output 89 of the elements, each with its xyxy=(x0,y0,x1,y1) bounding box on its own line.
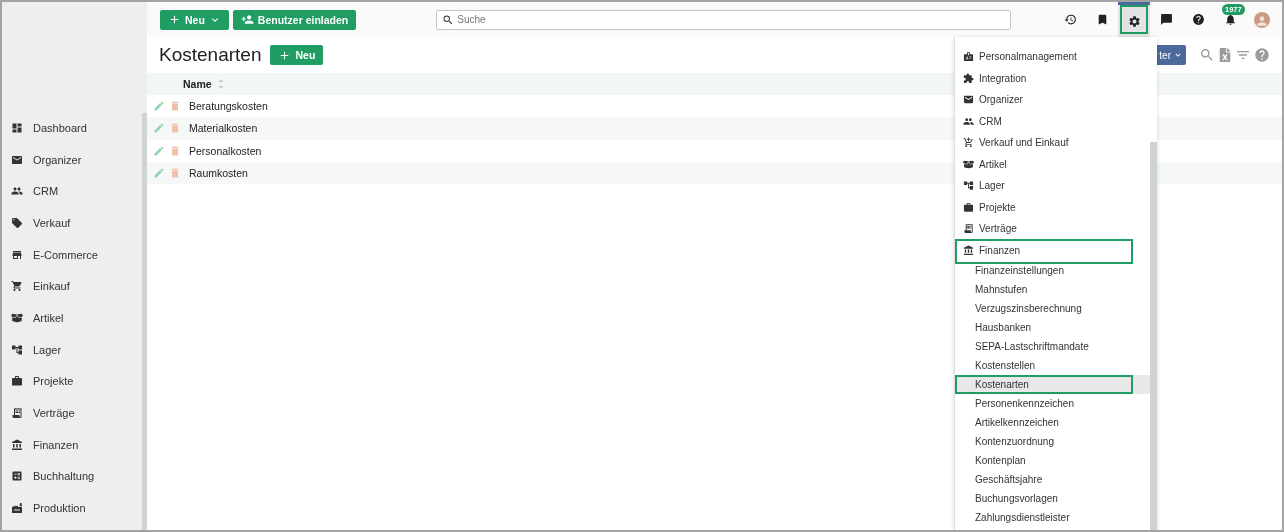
submenu-item[interactable]: Mahnstufen xyxy=(955,280,1151,299)
search-icon[interactable] xyxy=(1199,47,1215,63)
menu-item[interactable]: Artikel xyxy=(955,153,1151,175)
chat-icon xyxy=(1159,13,1173,26)
hierarchy-icon xyxy=(11,343,23,356)
sidebar-item[interactable]: Einkauf xyxy=(2,270,142,303)
trash-icon[interactable] xyxy=(169,167,181,180)
toolbar-button[interactable] xyxy=(1118,2,1150,37)
sidebar-item[interactable]: Verträge xyxy=(2,397,142,429)
pencil-icon[interactable] xyxy=(153,122,165,135)
tag-icon xyxy=(11,216,23,229)
plus-icon xyxy=(168,13,181,26)
settings-icon xyxy=(1127,14,1141,28)
submenu-item[interactable]: Zahlungsdienstleister xyxy=(955,508,1151,527)
people-icon xyxy=(11,185,23,198)
help-icon[interactable] xyxy=(1254,47,1270,63)
calculator-icon xyxy=(11,470,23,483)
submenu-item[interactable]: Personenkennzeichen xyxy=(955,394,1151,413)
page-title: Kostenarten xyxy=(159,44,262,66)
submenu-item[interactable]: Verzugszinsberechnung xyxy=(955,299,1151,318)
pencil-icon[interactable] xyxy=(153,167,165,180)
document-icon xyxy=(11,407,23,420)
menu-item[interactable]: Finanzen xyxy=(955,239,1151,261)
menu-item[interactable]: CRM xyxy=(955,110,1151,132)
sidebar-item[interactable]: Buchhaltung xyxy=(2,460,142,493)
submenu-item[interactable]: Buchungsvorlagen xyxy=(955,489,1151,508)
trash-icon[interactable] xyxy=(169,100,181,113)
store-icon xyxy=(11,248,23,261)
submenu-item[interactable]: Kostenstellen xyxy=(955,356,1151,375)
dashboard-icon xyxy=(11,121,23,134)
envelope-icon xyxy=(963,94,974,106)
sidebar-item[interactable]: Projekte xyxy=(2,365,142,398)
menu-item[interactable]: Verkauf und Einkauf xyxy=(955,132,1151,154)
bell-icon xyxy=(1223,13,1237,26)
briefcase-icon xyxy=(11,375,23,388)
table-cell: Beratungskosten xyxy=(189,100,268,113)
trash-icon[interactable] xyxy=(169,144,181,157)
briefcase-icon xyxy=(963,201,974,213)
sidebar-item[interactable]: Produktion xyxy=(2,492,142,524)
submenu-item[interactable]: Finanzeinstellungen xyxy=(955,261,1151,280)
cart-plus-icon xyxy=(963,137,974,149)
cart-icon xyxy=(11,280,23,293)
scrollbar[interactable] xyxy=(1150,142,1157,530)
person-add-icon xyxy=(240,13,254,26)
people-icon xyxy=(963,115,974,127)
bank-icon xyxy=(963,244,974,256)
sidebar-item[interactable]: Dashboard xyxy=(2,112,142,144)
id-badge-icon xyxy=(963,51,974,63)
avatar-icon xyxy=(1254,11,1270,28)
spreadsheet-export-icon[interactable] xyxy=(1218,48,1232,62)
bank-icon xyxy=(11,438,23,451)
menu-item[interactable]: Verträge xyxy=(955,218,1151,240)
sidebar-item[interactable]: Lager xyxy=(2,333,142,366)
pencil-icon[interactable] xyxy=(153,144,165,157)
submenu-item[interactable]: Artikelkennzeichen xyxy=(955,413,1151,432)
sidebar-item[interactable]: Organizer xyxy=(2,143,142,176)
submenu-item[interactable]: Kontenplan xyxy=(955,451,1151,470)
trash-icon[interactable] xyxy=(169,122,181,135)
menu-item[interactable]: Organizer xyxy=(955,89,1151,111)
column-header[interactable]: Name xyxy=(183,78,212,90)
submenu-item[interactable]: SEPA-Lastschriftmandate xyxy=(955,337,1151,356)
factory-icon xyxy=(11,502,23,515)
history-icon xyxy=(1063,13,1077,26)
sidebar-item[interactable]: E-Commerce xyxy=(2,238,142,271)
table-cell: Personalkosten xyxy=(189,144,262,157)
document-icon xyxy=(963,223,974,235)
sidebar-item[interactable]: Artikel xyxy=(2,302,142,334)
sidebar-item[interactable]: CRM xyxy=(2,175,142,208)
menu-item[interactable]: Lager xyxy=(955,175,1151,197)
table-cell: Raumkosten xyxy=(189,167,248,180)
search-field[interactable]: Suche xyxy=(436,9,1012,30)
submenu-item[interactable]: Geschäftsjahre xyxy=(955,470,1151,489)
search-icon xyxy=(442,13,455,26)
box-icon xyxy=(963,158,974,170)
sidebar-item[interactable]: Verkauf xyxy=(2,207,142,239)
menu-item[interactable]: Projekte xyxy=(955,196,1151,218)
help-icon xyxy=(1191,13,1205,26)
submenu-item[interactable]: Kostenarten xyxy=(955,375,1151,394)
box-icon xyxy=(11,311,23,324)
table-cell: Materialkosten xyxy=(189,122,258,135)
hierarchy-icon xyxy=(963,180,974,192)
scrollbar[interactable] xyxy=(142,113,147,530)
sidebar-item[interactable]: Finanzen xyxy=(2,428,142,461)
menu-item[interactable]: Integration xyxy=(955,67,1151,89)
puzzle-icon xyxy=(963,72,974,84)
submenu-item[interactable]: Hausbanken xyxy=(955,318,1151,337)
envelope-icon xyxy=(11,153,23,166)
pencil-icon[interactable] xyxy=(153,100,165,113)
submenu-item[interactable]: Kontenzuordnung xyxy=(955,432,1151,451)
